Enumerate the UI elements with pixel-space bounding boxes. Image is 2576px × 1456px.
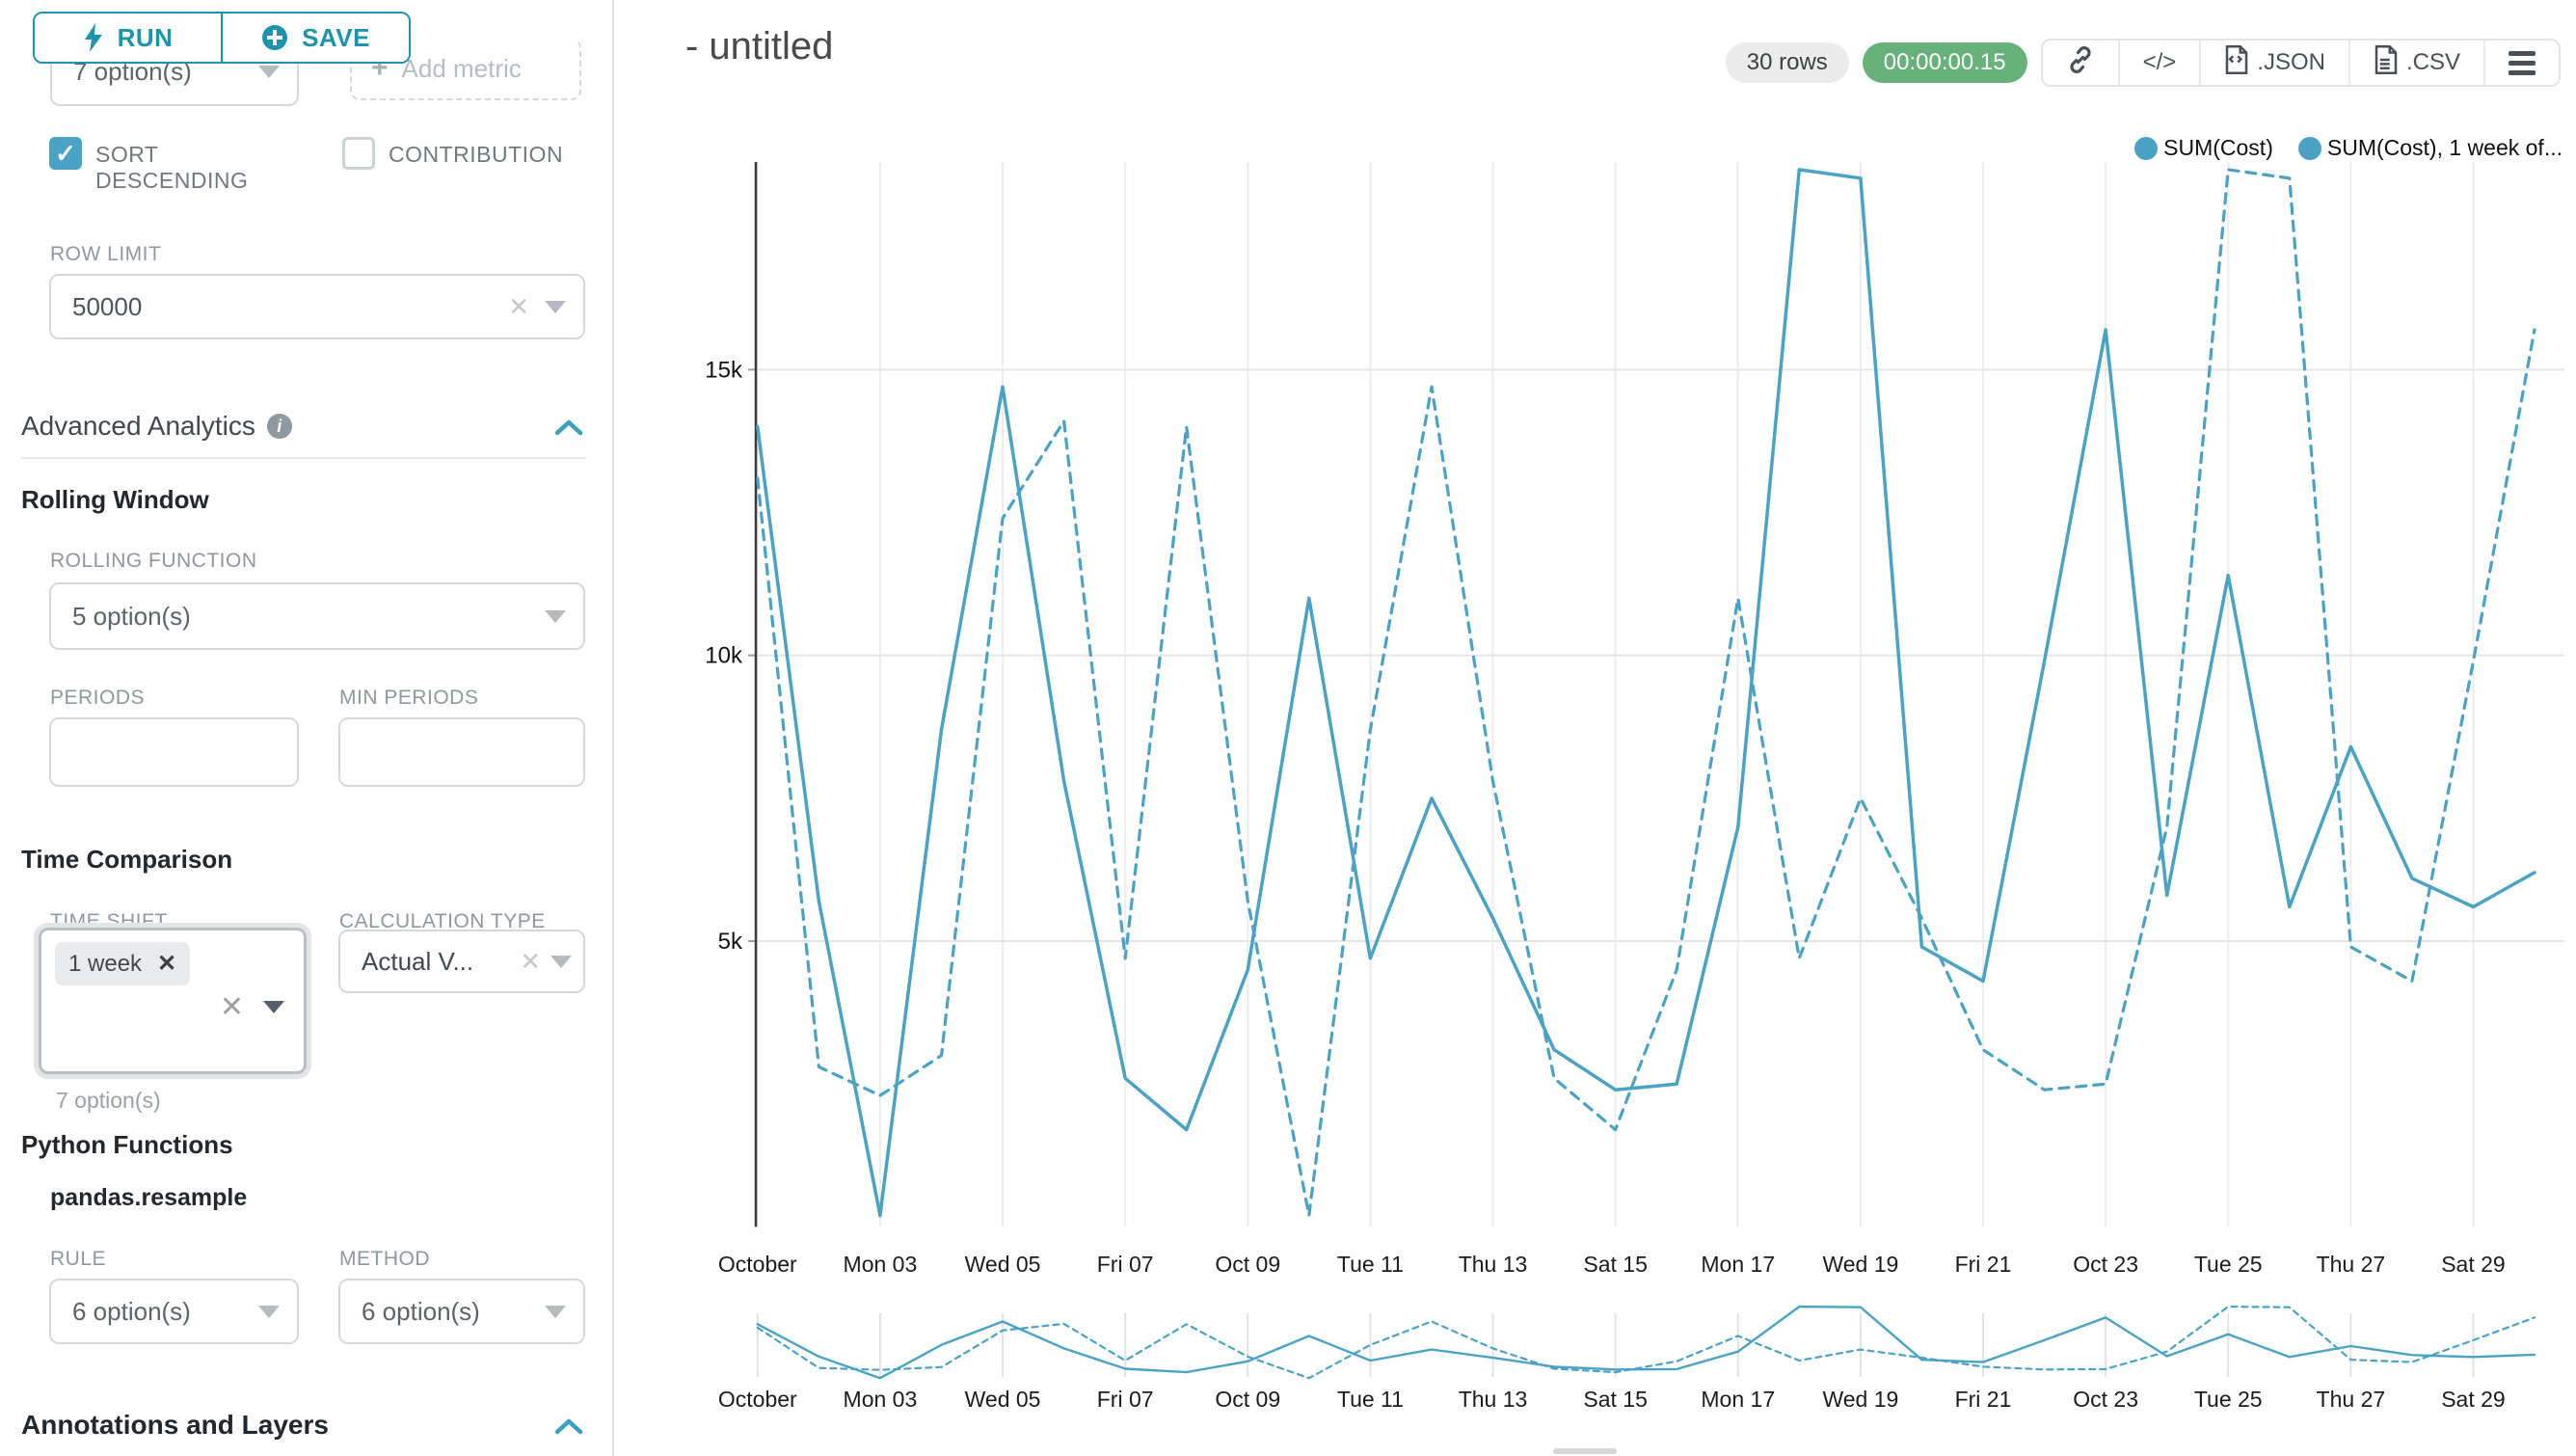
x-axis-label: Tue 11	[1337, 1252, 1404, 1277]
x-axis-label: Fri 07	[1097, 1252, 1154, 1277]
mini-x-axis-label: Oct 09	[1215, 1387, 1280, 1412]
resize-handle[interactable]	[1553, 1448, 1617, 1454]
run-button-label: RUN	[118, 23, 174, 53]
mini-x-axis-label: Fri 21	[1955, 1387, 2012, 1412]
mini-series-dashed-line	[758, 1307, 2535, 1378]
save-button[interactable]: SAVE	[223, 13, 409, 62]
timeseries-line-chart[interactable]: October October Mon 03 Mon 03 Wed 05 Wed 05 Fr…	[0, 0, 2576, 1456]
mini-x-axis-label: Fri 07	[1097, 1387, 1154, 1412]
mini-x-axis-label: Oct 23	[2073, 1387, 2138, 1412]
mini-x-axis-label: Thu 13	[1459, 1387, 1528, 1412]
run-save-button-group: RUN SAVE	[33, 12, 411, 64]
x-axis-label: Oct 09	[1215, 1252, 1280, 1277]
mini-x-axis-label: Mon 17	[1701, 1387, 1775, 1412]
mini-x-axis-label: Tue 11	[1337, 1387, 1404, 1412]
mini-x-axis-label: Sat 29	[2441, 1387, 2506, 1412]
x-axis-label: Wed 19	[1822, 1252, 1898, 1277]
mini-x-axis-label: Tue 25	[2194, 1387, 2263, 1412]
superset-explore-view: RUN SAVE 7 option(s) + Add metric ✓ SORT…	[0, 0, 2576, 1456]
lightning-bolt-icon	[83, 23, 104, 52]
x-axis-label: Thu 27	[2317, 1252, 2386, 1277]
mini-x-axis-label: Thu 27	[2317, 1387, 2386, 1412]
x-axis-label: Thu 13	[1459, 1252, 1528, 1277]
x-axis-label: Tue 25	[2194, 1252, 2263, 1277]
y-axis-label: 15k	[705, 357, 743, 383]
x-axis-label: Oct 23	[2073, 1252, 2138, 1277]
x-axis-label: October	[718, 1252, 797, 1277]
x-axis-label: Fri 21	[1955, 1252, 2012, 1277]
y-axis-label: 10k	[705, 643, 743, 669]
plus-circle-icon	[261, 24, 288, 51]
x-axis-label: Mon 03	[844, 1252, 918, 1277]
series-dashed-line	[758, 170, 2535, 1216]
x-axis-label: Sat 29	[2441, 1252, 2506, 1277]
mini-x-axis-label: Wed 19	[1822, 1387, 1898, 1412]
mini-x-axis-label: October	[718, 1387, 797, 1412]
y-axis-label: 5k	[718, 929, 743, 955]
run-button[interactable]: RUN	[35, 13, 223, 62]
x-axis-label: Sat 15	[1583, 1252, 1648, 1277]
x-axis-label: Wed 05	[965, 1252, 1041, 1277]
mini-x-axis-label: Wed 05	[965, 1387, 1041, 1412]
series-solid-line	[758, 170, 2535, 1216]
save-button-label: SAVE	[302, 23, 370, 53]
mini-x-axis-label: Sat 15	[1583, 1387, 1648, 1412]
x-axis-label: Mon 17	[1701, 1252, 1775, 1277]
mini-x-axis-label: Mon 03	[844, 1387, 918, 1412]
